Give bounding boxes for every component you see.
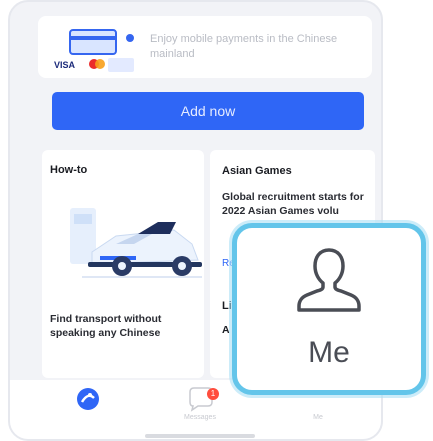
asian-games-title: Asian Games xyxy=(222,165,292,177)
payment-cards-icon: VISA xyxy=(54,29,134,72)
tab-home[interactable] xyxy=(58,386,118,426)
messages-badge: 1 xyxy=(207,388,219,400)
howto-body: Find transport without speaking any Chin… xyxy=(50,313,162,339)
messages-label: Messages xyxy=(184,414,216,421)
howto-title: How-to xyxy=(50,164,88,176)
me-label: Me xyxy=(308,336,350,369)
home-tab-icon xyxy=(77,388,99,410)
home-indicator xyxy=(145,434,255,438)
tab-messages[interactable]: 1 Messages xyxy=(170,386,230,426)
person-icon xyxy=(297,248,361,312)
promo-text: Enjoy mobile payments in the Chinese mai… xyxy=(150,33,338,60)
me-tab-highlight[interactable]: Me xyxy=(232,223,426,395)
visa-logo: VISA xyxy=(54,60,76,70)
add-now-button[interactable]: Add now xyxy=(52,92,364,130)
asian-games-body: Global recruitment starts for 2022 Asian… xyxy=(222,191,364,217)
message-bubble-icon xyxy=(189,387,213,412)
car-illustration xyxy=(70,208,202,278)
me-small-label: Me xyxy=(313,414,323,421)
howto-card[interactable]: How-to Find transport without speaking a… xyxy=(42,150,204,378)
